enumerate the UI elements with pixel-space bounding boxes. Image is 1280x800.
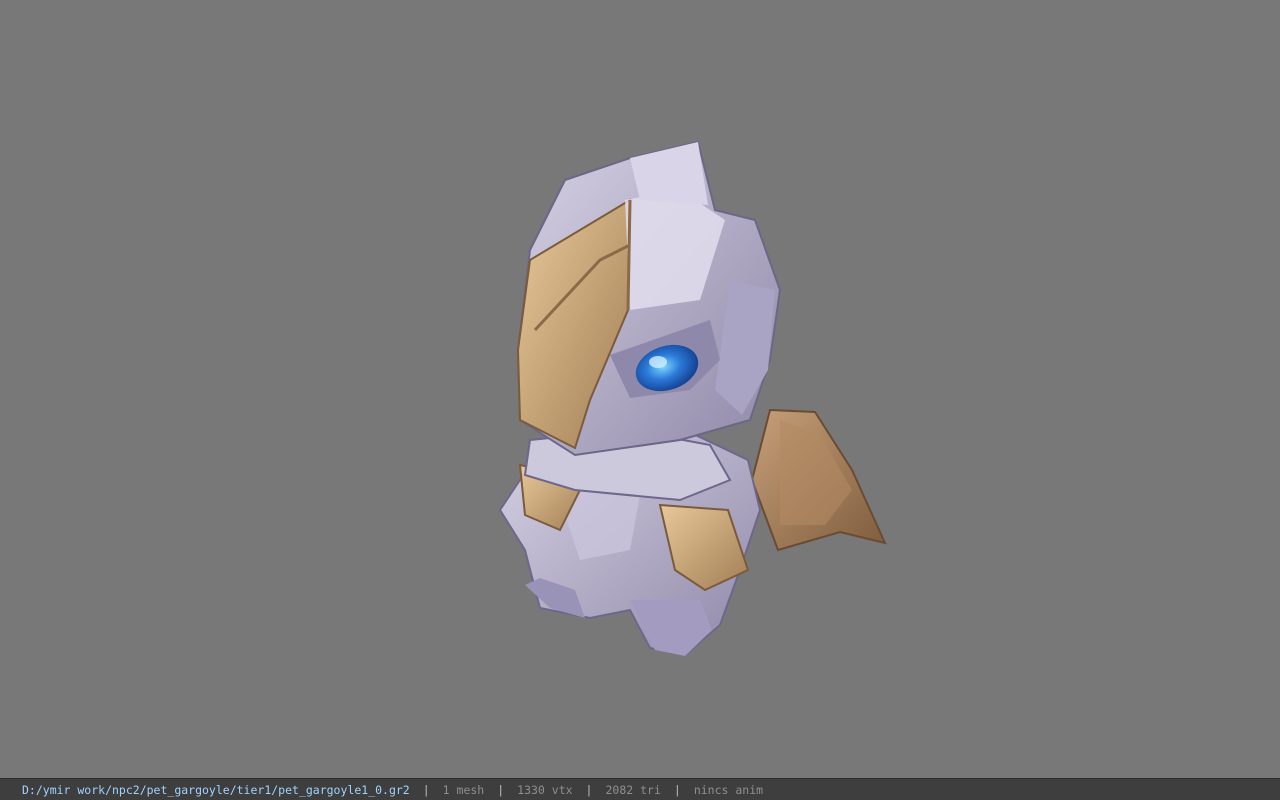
animation-status: nincs anim [693,782,764,797]
mesh-count: 1 mesh [442,782,485,797]
status-bar: D:/ymir work/npc2/pet_gargoyle/tier1/pet… [0,778,1280,800]
vertex-count: 1330 vtx [517,782,573,797]
model-viewport[interactable] [0,0,1280,778]
triangle-count: 2082 tri [605,782,661,797]
separator: | [673,782,681,797]
separator: | [497,782,505,797]
separator: | [422,782,430,797]
separator: | [585,782,593,797]
gargoyle-model [498,140,887,657]
file-path: D:/ymir work/npc2/pet_gargoyle/tier1/pet… [22,782,410,797]
